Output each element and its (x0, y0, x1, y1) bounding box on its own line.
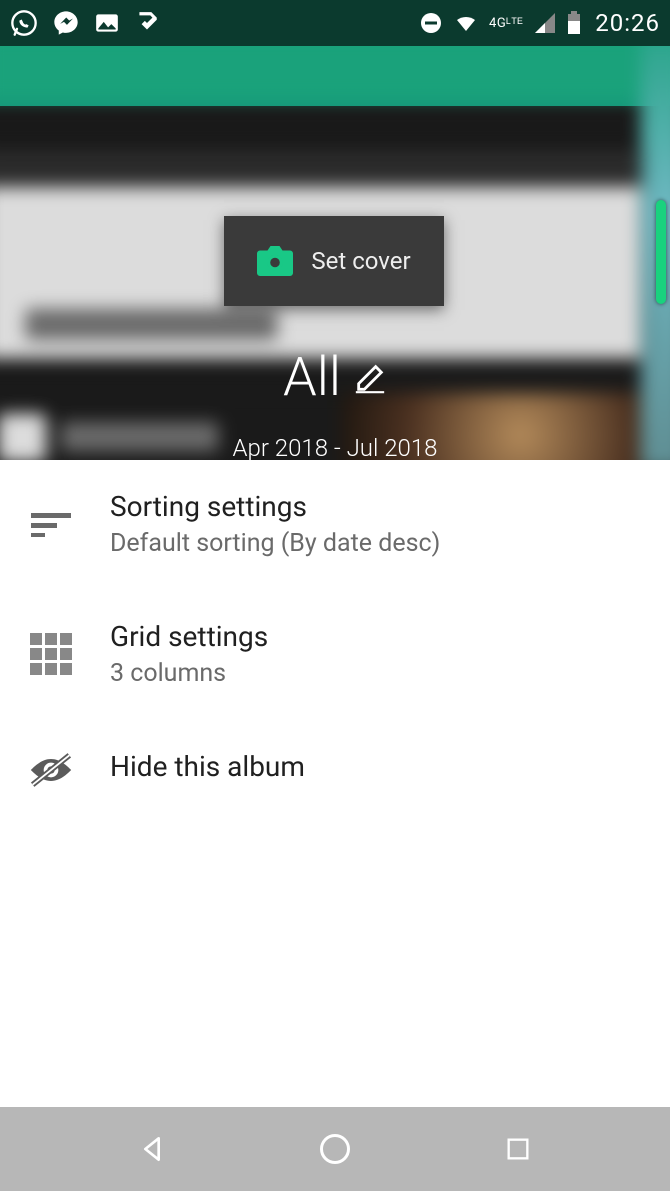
status-left (10, 9, 160, 37)
album-header: Set cover All Apr 2018 - Jul 2018 (0, 46, 670, 460)
signal-icon (533, 11, 557, 35)
clock: 20:26 (595, 9, 660, 37)
habit-icon (134, 10, 160, 36)
sorting-subtitle: Default sorting (By date desc) (110, 529, 440, 558)
sort-icon (26, 511, 76, 537)
hide-title: Hide this album (110, 750, 305, 783)
network-type: 4Gᴸᵀᴱ (489, 17, 523, 30)
album-title-row[interactable]: All (0, 346, 670, 409)
grid-title: Grid settings (110, 620, 268, 653)
dnd-icon (419, 11, 443, 35)
set-cover-label: Set cover (311, 247, 410, 275)
scroll-indicator[interactable] (656, 200, 666, 304)
hide-icon (26, 752, 76, 788)
home-button[interactable] (305, 1119, 365, 1179)
edit-icon[interactable] (353, 361, 387, 395)
grid-subtitle: 3 columns (110, 659, 268, 688)
hide-album-item[interactable]: Hide this album (0, 720, 670, 821)
navigation-bar (0, 1107, 670, 1191)
set-cover-button[interactable]: Set cover (224, 216, 444, 306)
messenger-icon (52, 9, 80, 37)
battery-icon (567, 11, 581, 35)
settings-panel: Sorting settings Default sorting (By dat… (0, 460, 670, 1107)
grid-icon (26, 633, 76, 675)
camera-icon (257, 246, 293, 276)
album-name: All (283, 346, 341, 409)
status-bar: 4Gᴸᵀᴱ 20:26 (0, 0, 670, 46)
back-button[interactable] (122, 1119, 182, 1179)
whatsapp-icon (10, 9, 38, 37)
status-right: 4Gᴸᵀᴱ 20:26 (419, 9, 660, 37)
recents-button[interactable] (488, 1119, 548, 1179)
photos-icon (94, 10, 120, 36)
grid-settings-item[interactable]: Grid settings 3 columns (0, 590, 670, 720)
sorting-settings-item[interactable]: Sorting settings Default sorting (By dat… (0, 460, 670, 590)
wifi-icon (453, 11, 479, 35)
album-date-range: Apr 2018 - Jul 2018 (0, 434, 670, 460)
sorting-title: Sorting settings (110, 490, 440, 523)
